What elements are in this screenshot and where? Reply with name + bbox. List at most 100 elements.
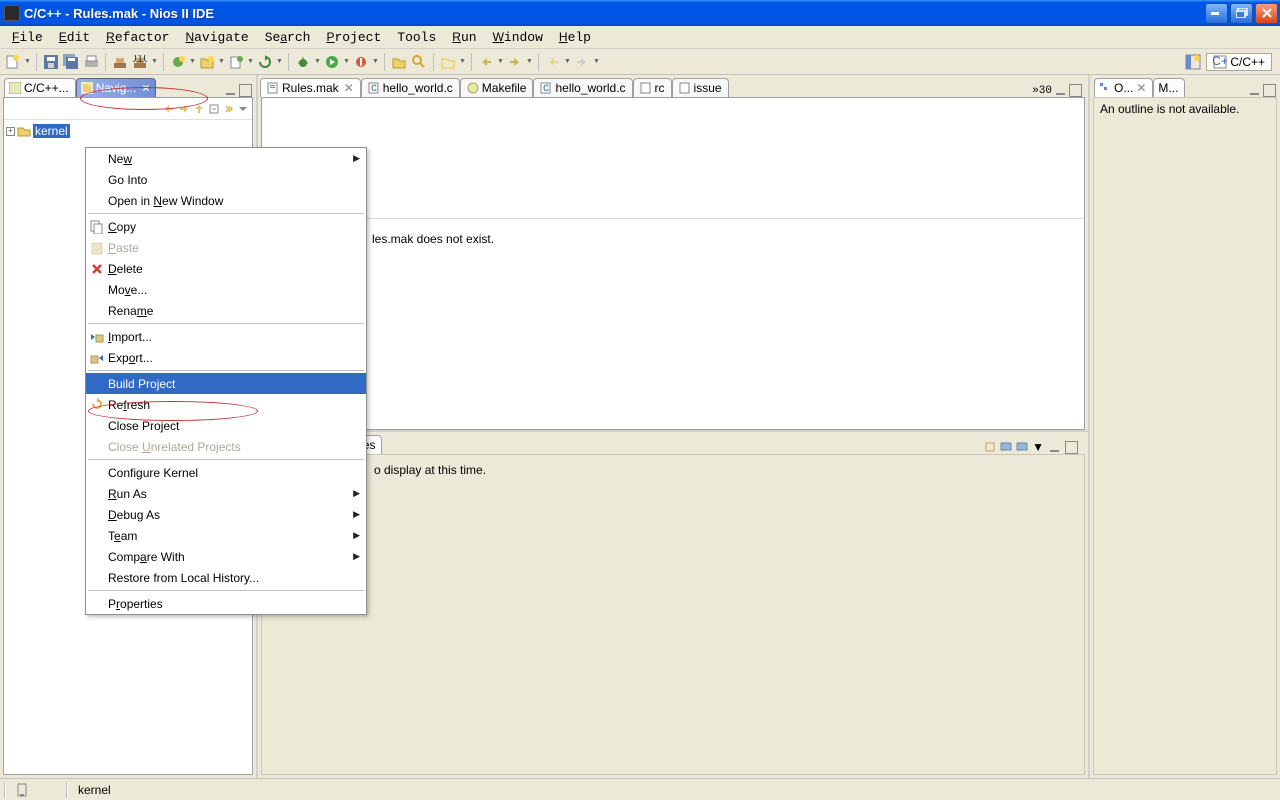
- menu-search[interactable]: Search: [257, 28, 319, 47]
- menu-navigate[interactable]: Navigate: [177, 28, 256, 47]
- maximize-view-icon[interactable]: [1065, 441, 1078, 454]
- menu-help[interactable]: Help: [551, 28, 599, 47]
- dropdown-icon[interactable]: ▼: [189, 54, 196, 70]
- tree-item-kernel[interactable]: + kernel: [6, 124, 250, 138]
- ctx-copy[interactable]: Copy: [86, 216, 366, 237]
- editor-tab-makefile[interactable]: Makefile: [460, 78, 534, 97]
- ctx-close-project[interactable]: Close Project: [86, 415, 366, 436]
- forward-icon[interactable]: [573, 53, 591, 71]
- ctx-delete[interactable]: Delete: [86, 258, 366, 279]
- editor-tab-rc[interactable]: rc: [633, 78, 672, 97]
- ctx-go-into[interactable]: Go Into: [86, 169, 366, 190]
- menu-file[interactable]: File: [4, 28, 51, 47]
- ctx-restore-history[interactable]: Restore from Local History...: [86, 567, 366, 588]
- minimize-view-icon[interactable]: [1248, 84, 1261, 97]
- editor-tab-rules[interactable]: Rules.mak ✕: [260, 78, 361, 97]
- minimize-button[interactable]: [1205, 3, 1228, 24]
- new-cpp-class-icon[interactable]: [169, 53, 187, 71]
- ctx-build-project[interactable]: Build Project: [86, 373, 366, 394]
- debug-icon[interactable]: [294, 53, 312, 71]
- back-icon[interactable]: [163, 103, 175, 115]
- dropdown-icon[interactable]: ▼: [343, 54, 350, 70]
- new-icon[interactable]: [4, 53, 22, 71]
- build-all-icon[interactable]: 010: [131, 53, 149, 71]
- expand-icon[interactable]: +: [6, 127, 15, 136]
- restore-button[interactable]: [1230, 3, 1253, 24]
- menu-run[interactable]: Run: [444, 28, 484, 47]
- dropdown-icon[interactable]: ▼: [247, 54, 254, 70]
- prev-annotation-icon[interactable]: [477, 53, 495, 71]
- display-icon[interactable]: [1000, 441, 1012, 453]
- ctx-move[interactable]: Move...: [86, 279, 366, 300]
- up-icon[interactable]: [193, 103, 205, 115]
- ctx-debug-as[interactable]: Debug As▶: [86, 504, 366, 525]
- collapse-all-icon[interactable]: [208, 103, 220, 115]
- ctx-properties[interactable]: Properties: [86, 593, 366, 614]
- maximize-view-icon[interactable]: [1263, 84, 1276, 97]
- ctx-team[interactable]: Team▶: [86, 525, 366, 546]
- print-icon[interactable]: [82, 53, 100, 71]
- ctx-open-new-window[interactable]: Open in New Window: [86, 190, 366, 211]
- open-console-icon[interactable]: [1016, 441, 1028, 453]
- next-annotation-icon[interactable]: [506, 53, 524, 71]
- tab-cpp-projects[interactable]: C/C++...: [4, 78, 76, 97]
- maximize-view-icon[interactable]: [239, 84, 252, 97]
- open-type-icon[interactable]: [390, 53, 408, 71]
- menu-tools[interactable]: Tools: [389, 28, 444, 47]
- new-file-icon[interactable]: [227, 53, 245, 71]
- dropdown-icon[interactable]: ▼: [459, 54, 466, 70]
- dropdown-icon[interactable]: ▼: [372, 54, 379, 70]
- refresh-icon[interactable]: [256, 53, 274, 71]
- tab-make[interactable]: M...: [1153, 78, 1185, 97]
- dropdown-icon[interactable]: ▼: [564, 54, 571, 70]
- ctx-rename[interactable]: Rename: [86, 300, 366, 321]
- menu-refactor[interactable]: Refactor: [98, 28, 177, 47]
- tab-navigator[interactable]: Navig... ×: [76, 78, 157, 97]
- save-icon[interactable]: [42, 53, 60, 71]
- dropdown-icon[interactable]: ▼: [526, 54, 533, 70]
- close-icon[interactable]: ✕: [1136, 81, 1146, 95]
- console-body[interactable]: o display at this time.: [261, 454, 1085, 775]
- open-perspective-icon[interactable]: [1184, 53, 1202, 71]
- editor-tab-hello2[interactable]: c hello_world.c: [533, 78, 632, 97]
- ctx-new[interactable]: New▶: [86, 148, 366, 169]
- close-button[interactable]: [1255, 3, 1278, 24]
- close-icon[interactable]: ×: [139, 81, 149, 95]
- dropdown-icon[interactable]: ▼: [218, 54, 225, 70]
- new-folder-icon[interactable]: [198, 53, 216, 71]
- close-icon[interactable]: ✕: [342, 81, 354, 95]
- external-tools-icon[interactable]: [352, 53, 370, 71]
- minimize-view-icon[interactable]: [1048, 441, 1061, 454]
- dropdown-icon[interactable]: ▼: [497, 54, 504, 70]
- menu-icon[interactable]: [238, 104, 248, 114]
- ctx-configure-kernel[interactable]: Configure Kernel: [86, 462, 366, 483]
- ctx-refresh[interactable]: Refresh: [86, 394, 366, 415]
- ctx-run-as[interactable]: Run As▶: [86, 483, 366, 504]
- run-icon[interactable]: [323, 53, 341, 71]
- minimize-editor-icon[interactable]: [1054, 84, 1067, 97]
- maximize-editor-icon[interactable]: [1069, 84, 1082, 97]
- dropdown-icon[interactable]: ▼: [24, 54, 31, 70]
- perspective-button[interactable]: C+ C/C++: [1206, 53, 1272, 71]
- tab-outline[interactable]: O... ✕: [1094, 78, 1153, 97]
- dropdown-icon[interactable]: ▼: [593, 54, 600, 70]
- link-editor-icon[interactable]: [223, 103, 235, 115]
- pin-console-icon[interactable]: [984, 441, 996, 453]
- build-icon[interactable]: [111, 53, 129, 71]
- menu-window[interactable]: Window: [485, 28, 551, 47]
- more-tabs[interactable]: »30: [1032, 85, 1052, 97]
- ctx-compare-with[interactable]: Compare With▶: [86, 546, 366, 567]
- search-icon[interactable]: [410, 53, 428, 71]
- back-icon[interactable]: [544, 53, 562, 71]
- editor-area[interactable]: les.mak does not exist.: [261, 97, 1085, 430]
- save-all-icon[interactable]: [62, 53, 80, 71]
- dropdown-icon[interactable]: ▼: [314, 54, 321, 70]
- dropdown-icon[interactable]: ▼: [151, 54, 158, 70]
- menu-project[interactable]: Project: [318, 28, 389, 47]
- editor-tab-hello1[interactable]: c hello_world.c: [361, 78, 460, 97]
- minimize-view-icon[interactable]: [224, 84, 237, 97]
- dropdown-icon[interactable]: ▼: [276, 54, 283, 70]
- editor-tab-issue[interactable]: issue: [672, 78, 729, 97]
- toggle-mark-icon[interactable]: [439, 53, 457, 71]
- dropdown-icon[interactable]: ▼: [1032, 440, 1044, 454]
